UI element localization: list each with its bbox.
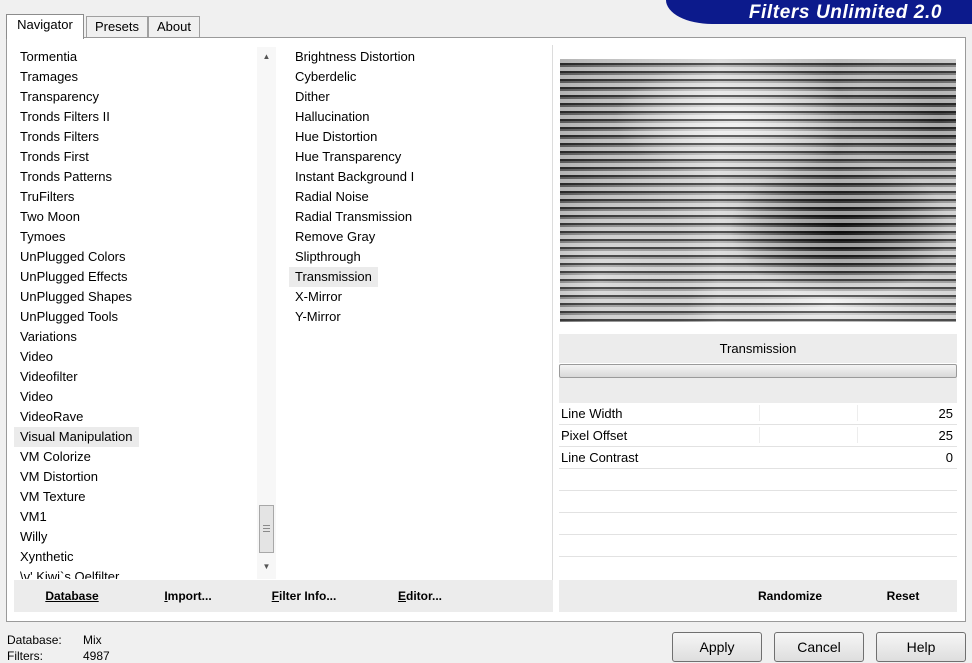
help-button[interactable]: Help — [876, 632, 966, 662]
filter-item[interactable]: Dither — [289, 87, 336, 107]
param-value: 0 — [945, 450, 953, 465]
category-item[interactable]: TruFilters — [14, 187, 80, 207]
scroll-up-arrow-icon[interactable]: ▲ — [257, 48, 276, 66]
brand-banner: Filters Unlimited 2.0 — [666, 0, 972, 24]
category-item[interactable]: UnPlugged Effects — [14, 267, 133, 287]
tab-navigator[interactable]: Navigator — [6, 14, 84, 39]
tab-presets[interactable]: Presets — [86, 16, 148, 38]
category-item[interactable]: VideoRave — [14, 407, 89, 427]
category-item[interactable]: Two Moon — [14, 207, 86, 227]
category-item[interactable]: Tramages — [14, 67, 84, 87]
param-row-empty — [559, 513, 957, 535]
category-scrollbar[interactable]: ▲ ▼ — [257, 47, 276, 579]
category-item[interactable]: Willy — [14, 527, 53, 547]
category-item[interactable]: Transparency — [14, 87, 105, 107]
filter-title: Transmission — [559, 334, 957, 363]
category-item[interactable]: VM Colorize — [14, 447, 97, 467]
category-item[interactable]: Xynthetic — [14, 547, 79, 567]
category-item[interactable]: VM1 — [14, 507, 53, 527]
param-value: 25 — [938, 406, 953, 421]
preview-lines — [560, 59, 956, 322]
category-item[interactable]: Tronds Patterns — [14, 167, 118, 187]
status-database-value: Mix — [83, 633, 102, 647]
spacer-band — [559, 378, 957, 404]
filter-info-button[interactable]: Filter Info... — [264, 580, 344, 612]
category-item[interactable]: UnPlugged Shapes — [14, 287, 138, 307]
slider-tick — [857, 405, 858, 421]
category-item[interactable]: Tronds First — [14, 147, 95, 167]
category-item[interactable]: Tronds Filters — [14, 127, 105, 147]
slider-tick — [759, 427, 760, 443]
filter-item[interactable]: Brightness Distortion — [289, 47, 421, 67]
param-row-empty — [559, 469, 957, 491]
param-name: Line Contrast — [561, 450, 639, 465]
category-item[interactable]: Visual Manipulation — [14, 427, 139, 447]
category-item[interactable]: VM Texture — [14, 487, 92, 507]
category-item[interactable]: Videofilter — [14, 367, 84, 387]
thumb-grip — [263, 531, 270, 532]
param-row-empty — [559, 535, 957, 557]
import-button[interactable]: Import... — [154, 580, 222, 612]
category-item[interactable]: Tymoes — [14, 227, 72, 247]
panel-divider — [552, 45, 553, 580]
filter-item[interactable]: Remove Gray — [289, 227, 381, 247]
filter-item[interactable]: Hue Distortion — [289, 127, 383, 147]
apply-button[interactable]: Apply — [672, 632, 762, 662]
status-filters: Filters: 4987 — [7, 649, 110, 663]
category-item[interactable]: Video — [14, 387, 59, 407]
filter-item[interactable]: Y-Mirror — [289, 307, 347, 327]
thumb-grip — [263, 525, 270, 526]
slider-tick — [857, 427, 858, 443]
status-filters-value: 4987 — [83, 649, 110, 663]
category-item[interactable]: Variations — [14, 327, 83, 347]
status-filters-label: Filters: — [7, 649, 43, 663]
category-item[interactable]: Video — [14, 347, 59, 367]
category-item[interactable]: UnPlugged Tools — [14, 307, 124, 327]
param-row-pixel-offset[interactable]: Pixel Offset 25 — [559, 425, 957, 447]
filter-item[interactable]: Instant Background I — [289, 167, 420, 187]
slider-tick — [759, 405, 760, 421]
thumb-grip — [263, 528, 270, 529]
filter-list[interactable]: Brightness Distortion Cyberdelic Dither Hal… — [289, 47, 551, 579]
param-row-empty — [559, 491, 957, 513]
progress-bar — [559, 364, 957, 378]
filter-item[interactable]: Transmission — [289, 267, 378, 287]
filter-item[interactable]: Cyberdelic — [289, 67, 362, 87]
param-row-line-contrast[interactable]: Line Contrast 0 — [559, 447, 957, 469]
tab-about[interactable]: About — [148, 16, 200, 38]
reset-button[interactable]: Reset — [873, 580, 933, 612]
param-name: Line Width — [561, 406, 623, 421]
category-item[interactable]: Tormentia — [14, 47, 83, 67]
database-button[interactable]: Database — [28, 580, 116, 612]
filter-item[interactable]: Slipthrough — [289, 247, 367, 267]
filter-item[interactable]: Radial Noise — [289, 187, 375, 207]
filter-toolbar: Randomize Reset — [559, 580, 957, 612]
randomize-button[interactable]: Randomize — [745, 580, 835, 612]
param-value: 25 — [938, 428, 953, 443]
category-item[interactable]: VM Distortion — [14, 467, 104, 487]
scroll-thumb[interactable] — [259, 505, 274, 553]
category-item[interactable]: UnPlugged Colors — [14, 247, 132, 267]
cancel-button[interactable]: Cancel — [774, 632, 864, 662]
category-item[interactable]: \v' Kiwi`s Oelfilter — [14, 567, 125, 579]
filter-item[interactable]: Hue Transparency — [289, 147, 407, 167]
param-name: Pixel Offset — [561, 428, 628, 443]
scroll-down-arrow-icon[interactable]: ▼ — [257, 558, 276, 576]
category-list[interactable]: Tormentia Tramages Transparency Tronds Filt… — [14, 47, 258, 579]
list-toolbar: Database Import... Filter Info... Editor… — [14, 580, 553, 612]
filter-preview — [560, 59, 956, 322]
status-database-label: Database: — [7, 633, 62, 647]
filter-item[interactable]: Radial Transmission — [289, 207, 418, 227]
editor-button[interactable]: Editor... — [388, 580, 452, 612]
param-row-line-width[interactable]: Line Width 25 — [559, 403, 957, 425]
filter-item[interactable]: X-Mirror — [289, 287, 348, 307]
status-database: Database: Mix — [7, 633, 102, 647]
category-item[interactable]: Tronds Filters II — [14, 107, 116, 127]
filter-item[interactable]: Hallucination — [289, 107, 375, 127]
